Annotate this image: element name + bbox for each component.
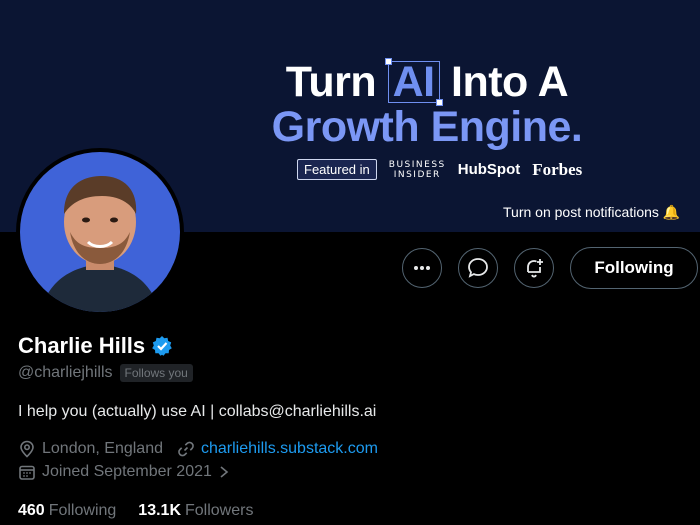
- following-count: 460: [18, 502, 45, 519]
- bell-emoji-icon: 🔔: [662, 204, 681, 220]
- avatar[interactable]: [16, 148, 184, 316]
- banner-ai-highlight: AI: [384, 58, 443, 106]
- location-pin-icon: [20, 440, 34, 458]
- followers-count: 13.1K: [138, 502, 181, 519]
- subscribe-notifications-button[interactable]: [514, 248, 554, 288]
- more-button[interactable]: [402, 248, 442, 288]
- profile-joined-date: Joined September 2021: [42, 463, 212, 480]
- followers-label: Followers: [185, 502, 254, 519]
- featured-in-label: Featured in: [297, 159, 377, 180]
- following-stat[interactable]: 460 Following: [18, 502, 116, 520]
- profile-name-row: Charlie Hills: [18, 333, 173, 359]
- calendar-icon: [19, 465, 35, 480]
- following-label: Following: [48, 502, 117, 519]
- profile-bio: I help you (actually) use AI | collabs@c…: [18, 403, 377, 420]
- profile-handle: @charliejhills: [18, 364, 113, 381]
- verified-badge-icon[interactable]: [151, 335, 173, 357]
- banner-headline-line1: Turn AI Into A: [285, 58, 569, 106]
- avatar-photo: [20, 152, 180, 312]
- message-bubble-icon: [468, 258, 488, 278]
- business-insider-logo: BUSINESS INSIDER: [388, 159, 446, 180]
- handle-row: @charliejhills Follows you: [18, 364, 193, 382]
- display-name: Charlie Hills: [18, 333, 146, 358]
- featured-in-row: Featured in BUSINESS INSIDER HubSpot For…: [297, 159, 582, 180]
- banner-headline-line2: Growth Engine.: [271, 103, 583, 151]
- profile-location: London, England: [42, 440, 163, 457]
- bell-plus-icon: [527, 259, 543, 278]
- chevron-right-icon: [220, 466, 229, 478]
- profile-website-link[interactable]: charliehills.substack.com: [201, 440, 378, 458]
- profile-stats: 460 Following 13.1K Followers: [18, 502, 253, 520]
- forbes-logo: Forbes: [532, 159, 583, 179]
- profile-joined-row[interactable]: Joined September 2021: [18, 463, 230, 481]
- link-icon: [178, 441, 194, 457]
- followers-stat[interactable]: 13.1K Followers: [138, 502, 253, 520]
- following-button[interactable]: Following: [570, 247, 698, 289]
- message-button[interactable]: [458, 248, 498, 288]
- hubspot-logo: HubSpot: [457, 161, 521, 178]
- profile-meta-row: London, England charliehills.substack.co…: [18, 440, 378, 458]
- post-notifications-text: Turn on post notifications 🔔: [503, 204, 681, 220]
- profile-actions: Following: [402, 247, 698, 289]
- more-dots-icon: [414, 266, 430, 270]
- follows-you-badge: Follows you: [119, 364, 193, 382]
